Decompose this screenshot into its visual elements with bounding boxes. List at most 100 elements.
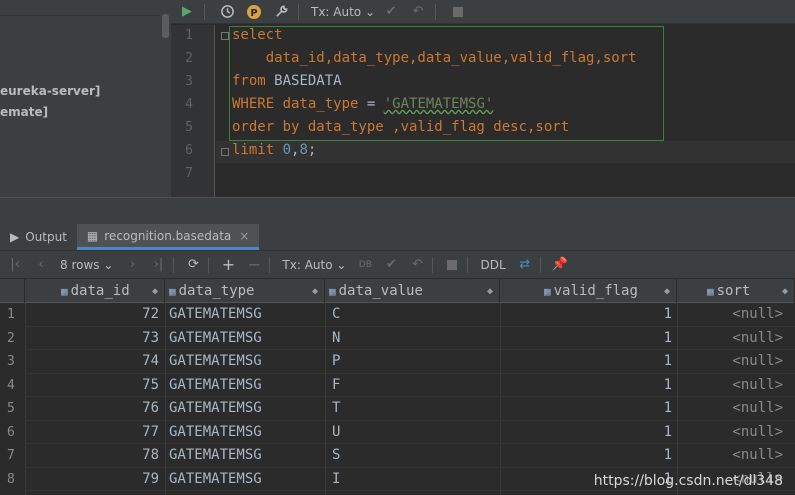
panel-divider[interactable] xyxy=(0,197,795,224)
cell-data-id[interactable]: 75 xyxy=(25,374,165,397)
table-row[interactable]: 1 72 GATEMATEMSG C 1 <null> xyxy=(0,303,795,326)
project-tree-item[interactable]: eureka-server] xyxy=(0,84,100,98)
cell-valid-flag[interactable]: 1 xyxy=(500,374,677,397)
results-toolbar: |‹ ‹ 8 rows ⌄ › ›| ⟳ + − Tx: Auto ⌄ DB ✔… xyxy=(0,251,795,279)
tab-recognition-basedata[interactable]: ▦ recognition.basedata × xyxy=(76,224,260,250)
cell-sort[interactable]: <null> xyxy=(677,397,787,420)
cell-valid-flag[interactable]: 1 xyxy=(500,350,677,373)
previous-page-icon[interactable]: ‹ xyxy=(30,254,52,276)
cell-data-type[interactable]: GATEMATEMSG xyxy=(165,468,325,491)
project-panel-scrollbar[interactable] xyxy=(162,14,169,38)
column-header-data-id[interactable]: ▦ data_id ◆ xyxy=(25,279,165,303)
cell-data-type[interactable]: GATEMATEMSG xyxy=(165,303,325,326)
first-page-icon[interactable]: |‹ xyxy=(4,254,26,276)
column-header-data-value[interactable]: ▦ data_value ◆ xyxy=(325,279,500,303)
rows-dropdown[interactable]: 8 rows ⌄ xyxy=(56,254,117,276)
cell-data-id[interactable]: 72 xyxy=(25,303,165,326)
table-row[interactable]: 4 75 GATEMATEMSG F 1 <null> xyxy=(0,374,795,397)
p-icon[interactable]: P xyxy=(243,1,265,23)
row-number: 4 xyxy=(7,377,15,393)
stop-icon[interactable] xyxy=(441,254,463,276)
cell-data-value[interactable]: N xyxy=(325,327,500,350)
code-line[interactable]: from BASEDATA xyxy=(232,73,342,89)
project-tree-item[interactable]: emate] xyxy=(0,105,48,119)
cell-sort[interactable]: <null> xyxy=(677,444,787,467)
clock-icon[interactable] xyxy=(216,1,238,23)
cell-data-value[interactable]: T xyxy=(325,397,500,420)
delete-row-icon[interactable]: − xyxy=(243,254,265,276)
tx-mode-dropdown[interactable]: Tx: Auto ⌄ xyxy=(311,5,375,19)
table-row[interactable]: 6 77 GATEMATEMSG U 1 <null> xyxy=(0,421,795,444)
cell-data-id[interactable]: 77 xyxy=(25,421,165,444)
tx-mode-dropdown[interactable]: Tx: Auto ⌄ xyxy=(278,254,350,276)
add-row-icon[interactable]: + xyxy=(217,254,239,276)
last-page-icon[interactable]: ›| xyxy=(147,254,169,276)
check-icon[interactable]: ✔ xyxy=(380,1,402,23)
table-row[interactable]: 2 73 GATEMATEMSG N 1 <null> xyxy=(0,327,795,350)
sql-editor[interactable]: 1 2 3 4 5 6 7 select data_id,data_type,data_va… xyxy=(171,25,795,197)
play-icon[interactable]: ▶ xyxy=(176,1,198,23)
sort-icon[interactable]: ◆ xyxy=(152,286,158,297)
cell-data-id[interactable]: 73 xyxy=(25,327,165,350)
cell-sort[interactable]: <null> xyxy=(677,327,787,350)
cell-data-value[interactable]: P xyxy=(325,350,500,373)
compare-icon[interactable]: ⇄ xyxy=(514,254,536,276)
cell-valid-flag[interactable]: 1 xyxy=(500,421,677,444)
cell-data-id[interactable]: 78 xyxy=(25,444,165,467)
cell-data-type[interactable]: GATEMATEMSG xyxy=(165,374,325,397)
cell-data-type[interactable]: GATEMATEMSG xyxy=(165,444,325,467)
cell-data-id[interactable]: 74 xyxy=(25,350,165,373)
column-header-valid-flag[interactable]: ▦ valid_flag ◆ xyxy=(500,279,677,303)
cell-sort[interactable]: <null> xyxy=(677,421,787,444)
cell-data-value[interactable]: C xyxy=(325,303,500,326)
cell-data-type[interactable]: GATEMATEMSG xyxy=(165,350,325,373)
cell-data-id[interactable]: 79 xyxy=(25,468,165,491)
wrench-icon[interactable] xyxy=(270,1,292,23)
sort-icon[interactable]: ◆ xyxy=(782,286,788,297)
undo-icon[interactable]: ↶ xyxy=(406,254,428,276)
next-page-icon[interactable]: › xyxy=(121,254,143,276)
svg-text:P: P xyxy=(250,8,257,19)
code-line[interactable]: data_id,data_type,data_value,valid_flag,… xyxy=(232,50,637,66)
stop-icon[interactable] xyxy=(447,1,469,23)
cell-valid-flag[interactable]: 1 xyxy=(500,444,677,467)
row-number: 3 xyxy=(7,354,15,369)
cell-data-value[interactable]: I xyxy=(325,468,500,491)
code-line[interactable]: limit 0,8; xyxy=(232,142,316,158)
check-icon[interactable]: ✔ xyxy=(380,254,402,276)
code-line[interactable]: order by data_type ,valid_flag desc,sort xyxy=(232,119,569,135)
cell-valid-flag[interactable]: 1 xyxy=(500,397,677,420)
cell-valid-flag[interactable]: 1 xyxy=(500,327,677,350)
column-header-sort[interactable]: ▦ sort ◆ xyxy=(677,279,795,303)
cell-data-value[interactable]: F xyxy=(325,374,500,397)
table-row[interactable]: 7 78 GATEMATEMSG S 1 <null> xyxy=(0,444,795,467)
sort-icon[interactable]: ◆ xyxy=(487,286,493,297)
undo-icon[interactable]: ↶ xyxy=(407,1,429,23)
ddl-button[interactable]: DDL xyxy=(476,254,509,276)
cell-sort[interactable]: <null> xyxy=(677,374,787,397)
code-line[interactable]: WHERE data_type = 'GATEMATEMSG' xyxy=(232,96,493,112)
cell-data-type[interactable]: GATEMATEMSG xyxy=(165,327,325,350)
fold-marker-icon[interactable] xyxy=(221,148,229,156)
refresh-icon[interactable]: ⟳ xyxy=(182,254,204,276)
tab-output[interactable]: ▶ Output xyxy=(0,224,77,250)
table-row[interactable]: 5 76 GATEMATEMSG T 1 <null> xyxy=(0,397,795,420)
code-line[interactable]: select xyxy=(232,27,283,43)
column-header-data-type[interactable]: ▦ data_type ◆ xyxy=(165,279,325,303)
db-icon[interactable]: DB xyxy=(354,254,376,276)
pin-icon[interactable]: 📌 xyxy=(549,254,571,276)
cell-sort[interactable]: <null> xyxy=(677,350,787,373)
cell-data-type[interactable]: GATEMATEMSG xyxy=(165,397,325,420)
fold-marker-icon[interactable] xyxy=(221,32,229,40)
cell-data-value[interactable]: S xyxy=(325,444,500,467)
results-grid[interactable]: ▦ data_id ◆ ▦ data_type ◆ ▦ data_value ◆ ▦ vali… xyxy=(0,279,795,495)
sort-icon[interactable]: ◆ xyxy=(664,286,670,297)
cell-data-type[interactable]: GATEMATEMSG xyxy=(165,421,325,444)
cell-valid-flag[interactable]: 1 xyxy=(500,303,677,326)
cell-sort[interactable]: <null> xyxy=(677,303,787,326)
close-icon[interactable]: × xyxy=(239,229,249,243)
table-row[interactable]: 3 74 GATEMATEMSG P 1 <null> xyxy=(0,350,795,373)
cell-data-id[interactable]: 76 xyxy=(25,397,165,420)
cell-data-value[interactable]: U xyxy=(325,421,500,444)
sort-icon[interactable]: ◆ xyxy=(312,286,318,297)
